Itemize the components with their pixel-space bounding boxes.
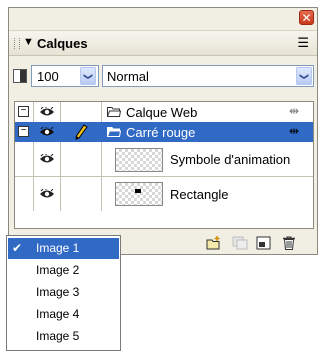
checkmark-icon: ✔	[12, 241, 23, 255]
object-row-symbole[interactable]: Symbole d'animation	[15, 142, 313, 177]
object-row-rectangle[interactable]: Rectangle	[15, 177, 313, 211]
object-name[interactable]: Rectangle	[170, 187, 229, 202]
frame-menu-item-1[interactable]: ✔ Image 1	[8, 238, 119, 259]
duplicate-layer-icon[interactable]	[232, 236, 248, 250]
opacity-icon	[13, 69, 27, 83]
layers-panel: ✕ ▼ Calques ☰ 100 ❯ Normal ❯ − Calque We…	[8, 7, 318, 255]
new-sublayer-icon[interactable]	[206, 236, 222, 250]
frame-menu-item-4[interactable]: Image 4	[8, 304, 119, 325]
frame-menu-label: Image 2	[36, 263, 80, 277]
frame-menu-item-3[interactable]: Image 3	[8, 282, 119, 303]
frame-menu-label: Image 5	[36, 329, 80, 343]
panel-options-menu-icon[interactable]: ☰	[297, 35, 309, 51]
object-name[interactable]: Symbole d'animation	[170, 152, 290, 167]
folder-open-icon	[107, 107, 121, 117]
frame-menu-item-2[interactable]: Image 2	[8, 260, 119, 281]
layer-options-row: 100 ❯ Normal ❯	[9, 62, 317, 92]
eye-icon[interactable]	[39, 127, 55, 137]
blend-mode-select[interactable]: Normal ❯	[102, 65, 314, 87]
folder-open-icon	[107, 127, 121, 137]
layer-name[interactable]: Carré rouge	[126, 125, 195, 140]
eye-icon[interactable]	[39, 154, 55, 164]
frame-menu-label: Image 1	[36, 241, 80, 255]
collapse-toggle-icon[interactable]: −	[18, 126, 29, 137]
chevron-down-icon: ❯	[83, 72, 94, 81]
layer-row-carre-rouge[interactable]: − Carré rouge ⇹	[15, 122, 313, 142]
grip-icon[interactable]	[14, 38, 20, 49]
collapse-toggle-icon[interactable]: −	[18, 106, 29, 117]
opacity-field[interactable]: 100 ❯	[31, 65, 99, 87]
pencil-icon[interactable]	[74, 124, 88, 140]
layer-name[interactable]: Calque Web	[126, 105, 197, 120]
rectangle-thumbnail-mark	[135, 189, 141, 193]
frame-menu-label: Image 3	[36, 285, 80, 299]
blend-mode-dropdown-button[interactable]: ❯	[296, 67, 312, 85]
eye-icon[interactable]	[39, 189, 55, 199]
layers-list: − Calque Web ⇹ − Carré rouge ⇹ Symbole d…	[14, 101, 314, 229]
panel-title: Calques	[37, 36, 88, 51]
close-icon[interactable]: ✕	[299, 10, 314, 25]
blend-mode-value: Normal	[107, 69, 149, 84]
eye-icon[interactable]	[39, 107, 55, 117]
web-layer-share-icon[interactable]: ⇹	[289, 124, 299, 138]
opacity-dropdown-button[interactable]: ❯	[80, 67, 96, 85]
add-mask-icon[interactable]	[256, 236, 272, 250]
trash-icon[interactable]	[281, 236, 297, 250]
frame-dropdown-menu: ✔ Image 1 Image 2 Image 3 Image 4 Image …	[6, 235, 121, 351]
web-layer-share-icon[interactable]: ⇹	[289, 104, 299, 118]
opacity-value: 100	[37, 69, 59, 84]
layer-row-calque-web[interactable]: − Calque Web ⇹	[15, 102, 313, 122]
collapse-arrow-icon[interactable]: ▼	[23, 36, 34, 48]
panel-header[interactable]: ▼ Calques ☰	[9, 30, 317, 56]
object-thumbnail	[115, 148, 163, 172]
object-thumbnail	[115, 182, 163, 206]
chevron-down-icon: ❯	[299, 72, 310, 81]
frame-menu-item-5[interactable]: Image 5	[8, 326, 119, 347]
frame-menu-label: Image 4	[36, 307, 80, 321]
